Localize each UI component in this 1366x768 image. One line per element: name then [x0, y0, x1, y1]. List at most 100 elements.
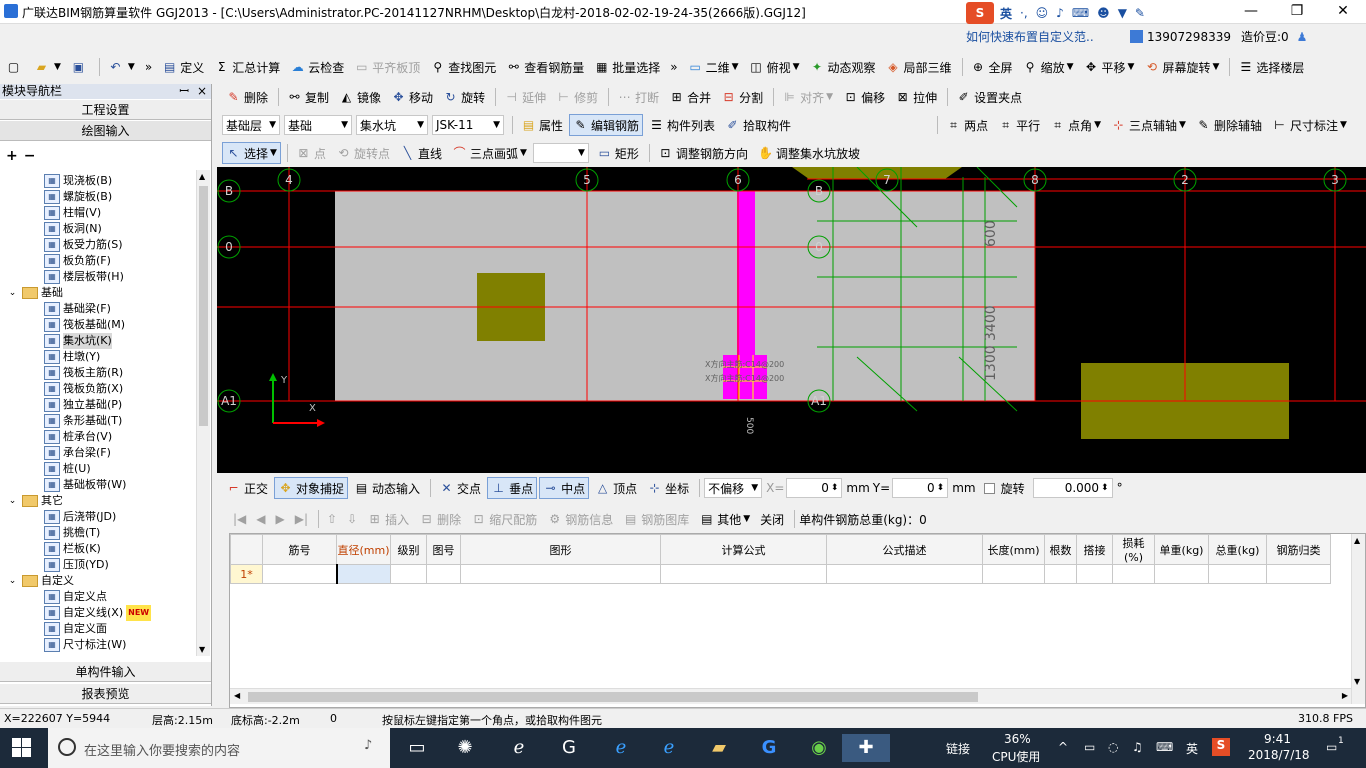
user-icon[interactable]: ☻ [1097, 6, 1110, 20]
clock-time[interactable]: 9:41 [1264, 732, 1291, 746]
phone-number[interactable]: 13907298339 [1147, 30, 1231, 44]
fullscreen-button[interactable]: ⊕ 全屏 [967, 56, 1017, 78]
component-list-button[interactable]: ☰ 构件列表 [645, 114, 719, 136]
three-point-axis-dropdown[interactable]: ⊹ 三点辅轴 ▼ [1107, 114, 1190, 136]
input-lang[interactable]: 英 [1186, 740, 1198, 757]
line-button[interactable]: ╲ 直线 [396, 142, 446, 164]
hint-link[interactable]: 如何快速布置自定义范.. [966, 28, 1094, 45]
tree-item[interactable]: ▦ 集水坑(K) [44, 333, 112, 349]
select-floor-button[interactable]: ☰ 选择楼层 [1234, 56, 1308, 78]
column-header[interactable]: 单重(kg) [1154, 534, 1209, 565]
canvas-svg[interactable]: 4 5 6 B 7 8 2 3 B 0 A1 0 A1 600 3400 130… [217, 167, 1366, 473]
column-header[interactable]: 筋号 [262, 534, 337, 565]
column-header[interactable]: 级别 [390, 534, 427, 565]
taskbar-search[interactable]: 在这里输入你要搜索的内容 ♪ [48, 728, 390, 768]
table-cell[interactable] [1044, 564, 1077, 584]
ime-punct-icon[interactable]: ·, [1020, 6, 1028, 20]
column-header[interactable]: 总重(kg) [1208, 534, 1267, 565]
category-select[interactable]: 基础 ▼ [284, 115, 352, 135]
type-select[interactable]: 集水坑 ▼ [356, 115, 428, 135]
scrollbar-thumb[interactable] [199, 186, 208, 426]
tree-item[interactable]: ▦ 独立基础(P) [44, 397, 122, 413]
tree-item[interactable]: ▦ 后浇带(JD) [44, 509, 116, 525]
x-input[interactable]: 0 ⬍ [786, 478, 843, 498]
column-header[interactable]: 计算公式 [660, 534, 827, 565]
column-header[interactable]: 根数 [1044, 534, 1077, 565]
more-chevron-icon[interactable]: » [141, 56, 156, 78]
volume-icon[interactable]: ♫ [1132, 740, 1143, 754]
table-cell[interactable] [660, 564, 827, 584]
wifi-icon[interactable]: ◌ [1108, 740, 1118, 754]
pit-fragment-top[interactable] [792, 167, 962, 179]
snap-coordinate-button[interactable]: ⊹ 坐标 [643, 477, 693, 499]
edge-icon[interactable]: ℯ [606, 734, 636, 762]
tree-item[interactable]: ▦ 承台梁(F) [44, 445, 111, 461]
table-cell[interactable] [1112, 564, 1155, 584]
tree-item[interactable]: ▦ 尺寸标注(W) [44, 637, 126, 653]
tree-item[interactable]: ▦ 栏板(K) [44, 541, 101, 557]
table-cell[interactable] [335, 564, 391, 584]
column-header[interactable]: 搭接 [1076, 534, 1113, 565]
clock-date[interactable]: 2018/7/18 [1248, 748, 1310, 762]
account-area[interactable]: 13907298339 造价豆:0 ♟ [1130, 28, 1307, 45]
top-view-dropdown[interactable]: ◫ 俯视 ▼ [745, 56, 804, 78]
browser-360-icon[interactable]: ◉ [804, 734, 834, 762]
insert-button[interactable]: ⊞ 插入 [363, 508, 413, 530]
summary-calc-button[interactable]: Σ 汇总计算 [210, 56, 284, 78]
flush-slab-top-button[interactable]: ▭ 平齐板顶 [350, 56, 424, 78]
row-header[interactable]: 1* [230, 564, 263, 584]
ortho-button[interactable]: ⌐ 正交 [222, 477, 272, 499]
grid-h-scrollbar[interactable]: ◀ ▶ [230, 688, 1352, 704]
ime-lang[interactable]: 英 [1000, 5, 1012, 22]
undo-button[interactable]: ↶ ▼ [104, 56, 139, 78]
active-app-icon[interactable]: ✚ [842, 734, 890, 762]
keyboard-icon[interactable]: ⌨ [1156, 740, 1173, 754]
tree-item[interactable]: ▦ 桩(U) [44, 461, 91, 477]
table-cell[interactable] [1266, 564, 1331, 584]
other-dropdown[interactable]: ▤ 其他 ▼ [695, 508, 754, 530]
table-cell[interactable] [390, 564, 427, 584]
rebar-strip[interactable] [737, 191, 755, 381]
table-cell[interactable] [1208, 564, 1267, 584]
single-component-input-button[interactable]: 单构件输入 [0, 661, 211, 682]
rectangle-button[interactable]: ▭ 矩形 [593, 142, 643, 164]
arc-mode-select[interactable]: ▼ [532, 143, 589, 163]
set-grip-button[interactable]: ✐ 设置夹点 [952, 86, 1026, 108]
column-header[interactable]: 钢筋归类 [1266, 534, 1331, 565]
tree-item[interactable]: ▦ 自定义面 [44, 621, 107, 637]
tree-item[interactable]: ▦ 楼层板带(H) [44, 269, 124, 285]
rotate-point-button[interactable]: ⟲ 旋转点 [332, 142, 394, 164]
restore-button[interactable]: ❐ [1274, 0, 1320, 24]
emoji-icon[interactable]: ☺ [1036, 6, 1049, 20]
snap-midpoint-button[interactable]: ⊸ 中点 [539, 477, 590, 499]
drawing-canvas[interactable]: 4 5 6 B 7 8 2 3 B 0 A1 0 A1 600 3400 130… [217, 167, 1366, 473]
move-button[interactable]: ✥ 移动 [387, 86, 437, 108]
close-panel-button[interactable]: 关闭 [756, 508, 788, 530]
keyboard-icon[interactable]: ⌨ [1072, 6, 1089, 20]
adjust-rebar-direction-button[interactable]: ⊡ 调整钢筋方向 [654, 142, 752, 164]
edit-rebar-button[interactable]: ✎ 编辑钢筋 [569, 114, 644, 136]
project-settings-button[interactable]: 工程设置 [0, 99, 211, 120]
collapse-chevron-icon[interactable]: ⌄ [8, 576, 17, 586]
screen-rotate-dropdown[interactable]: ⟲ 屏幕旋转 ▼ [1140, 56, 1223, 78]
merge-button[interactable]: ⊞ 合并 [665, 86, 715, 108]
ie-icon[interactable]: ℯ [654, 734, 684, 762]
tree-item[interactable]: ▦ 筏板基础(M) [44, 317, 125, 333]
table-cell[interactable] [1154, 564, 1209, 584]
more-chevron-icon[interactable]: » [666, 56, 681, 78]
delete-button[interactable]: ✎ 删除 [222, 86, 272, 108]
cloud-check-button[interactable]: ☁ 云检查 [286, 56, 348, 78]
open-file-button[interactable]: ▰ ▼ [30, 56, 65, 78]
scale-rebar-button[interactable]: ⊡ 缩尺配筋 [467, 508, 541, 530]
tree-folder[interactable]: ⌄ 自定义 [8, 573, 74, 589]
split-button[interactable]: ⊟ 分割 [717, 86, 767, 108]
next-record-button[interactable]: ▶ [272, 508, 289, 530]
last-record-button[interactable]: ▶| [291, 508, 312, 530]
table-cell[interactable] [982, 564, 1045, 584]
layer-select[interactable]: 基础层 ▼ [222, 115, 280, 135]
collapse-all-icon[interactable]: − [24, 148, 36, 164]
trim-button[interactable]: ⊢ 修剪 [552, 86, 602, 108]
snap-vertex-button[interactable]: △ 顶点 [591, 477, 641, 499]
report-preview-button[interactable]: 报表预览 [0, 683, 211, 704]
local-3d-button[interactable]: ◈ 局部三维 [882, 56, 956, 78]
